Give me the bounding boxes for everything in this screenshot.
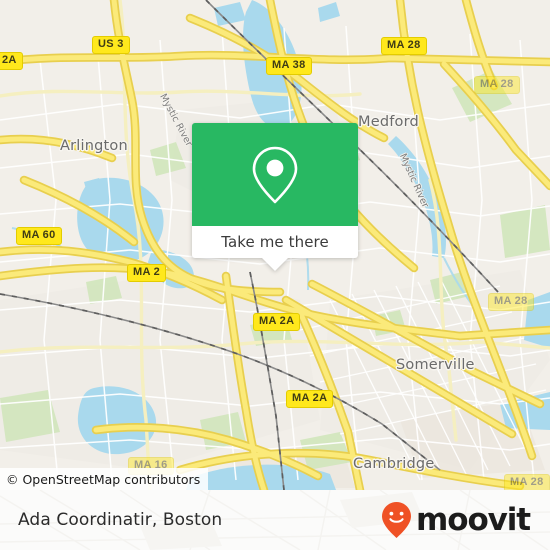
shield-ma60[interactable]: MA 60 — [16, 227, 62, 245]
take-me-there-callout[interactable]: Take me there — [192, 123, 358, 271]
shield-ma2[interactable]: MA 2 — [127, 264, 167, 282]
location-title: Ada Coordinatir, Boston — [18, 510, 223, 530]
moovit-logo[interactable]: moovit — [380, 501, 531, 539]
shield-ma28-se[interactable]: MA 28 — [504, 474, 550, 490]
take-me-there-label: Take me there — [221, 233, 329, 251]
shield-ma2a-s[interactable]: MA 2A — [286, 390, 334, 408]
shield-ma38[interactable]: MA 38 — [266, 57, 312, 75]
attribution-text: © OpenStreetMap contributors — [6, 471, 201, 487]
footer-bar: Ada Coordinatir, Boston moovit — [0, 490, 550, 550]
moovit-pin-smiley-icon — [382, 502, 412, 538]
shield-2a-nw[interactable]: 2A — [0, 52, 23, 70]
moovit-location-card: Arlington Medford Somerville Cambridge M… — [0, 0, 550, 550]
map-canvas[interactable]: Arlington Medford Somerville Cambridge M… — [0, 0, 550, 490]
shield-us3[interactable]: US 3 — [92, 36, 130, 54]
shield-ma28-n[interactable]: MA 28 — [381, 37, 427, 55]
callout-action-bar[interactable]: Take me there — [192, 226, 358, 258]
moovit-wordmark: moovit — [416, 501, 531, 538]
callout-tail — [262, 258, 288, 271]
map-attribution[interactable]: © OpenStreetMap contributors — [0, 468, 209, 490]
map-pin-icon — [252, 146, 298, 203]
shield-ma28-e[interactable]: MA 28 — [488, 293, 534, 311]
callout-icon-panel — [192, 123, 358, 226]
shield-ma2a-n[interactable]: MA 2A — [253, 313, 301, 331]
shield-ma28-ne[interactable]: MA 28 — [474, 76, 520, 94]
